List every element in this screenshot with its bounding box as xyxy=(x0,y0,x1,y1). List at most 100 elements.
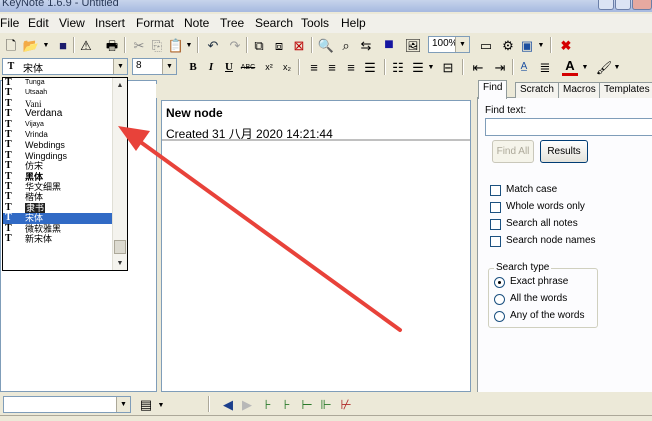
highlight-dropdown-icon[interactable]: ▼ xyxy=(614,61,621,73)
color-block-icon[interactable]: ■ xyxy=(381,37,397,53)
scroll-down-icon[interactable]: ▼ xyxy=(113,256,127,270)
font-option[interactable]: T 新宋体 xyxy=(3,233,113,244)
chevron-down-icon[interactable]: ▼ xyxy=(162,59,176,74)
font-name-select[interactable]: T 宋体 ▼ xyxy=(2,58,128,75)
indent-increase-icon[interactable]: ⇥ xyxy=(492,59,508,75)
font-option[interactable]: T Wingdings xyxy=(3,150,113,161)
align-left-icon[interactable]: ≡ xyxy=(306,59,322,75)
search-all-notes-checkbox[interactable] xyxy=(490,219,501,230)
font-option[interactable]: T Verdana xyxy=(3,108,113,119)
paste-dropdown-icon[interactable]: ▼ xyxy=(186,39,193,51)
delete-node-icon[interactable]: ⊬ xyxy=(339,396,353,412)
font-size-select[interactable]: 8 ▼ xyxy=(132,58,177,75)
insert-note-icon[interactable]: ⧉ xyxy=(251,37,267,53)
find-all-button[interactable]: Find All xyxy=(492,140,534,163)
highlight-icon[interactable]: 🖌 xyxy=(596,59,613,75)
font-option[interactable]: T 楷体 xyxy=(3,191,113,202)
indent-decrease-icon[interactable]: ⇤ xyxy=(470,59,486,75)
paragraph-icon[interactable]: ⊟ xyxy=(440,59,456,75)
menu-note[interactable]: Note xyxy=(184,16,209,30)
insert-node-icon[interactable]: ⊦ xyxy=(280,396,294,412)
resource-panel-icon[interactable]: ▭ xyxy=(478,37,494,53)
redo-icon[interactable]: ↷ xyxy=(227,37,243,53)
match-case-checkbox[interactable] xyxy=(490,185,501,196)
save-icon[interactable]: ■ xyxy=(55,37,71,53)
bullets-icon[interactable]: ☷ xyxy=(390,59,406,75)
font-option[interactable]: T Utsaah xyxy=(3,87,113,98)
all-words-radio[interactable] xyxy=(494,294,505,305)
copy-icon[interactable]: ⎘ xyxy=(150,37,164,53)
font-style-icon[interactable]: A̲ xyxy=(516,59,532,75)
font-dropdown-list[interactable]: T Tunga T Utsaah T Vani T Verdana T Vijaya TV… xyxy=(2,77,128,271)
back-arrow-icon[interactable]: ◀ xyxy=(220,396,236,412)
tab-templates[interactable]: Templates xyxy=(599,82,652,98)
chevron-down-icon[interactable]: ▼ xyxy=(455,37,469,52)
chevron-down-icon[interactable]: ▼ xyxy=(116,397,130,412)
menu-search[interactable]: Search xyxy=(255,16,293,30)
note-editor[interactable]: New node Created 31 八月 2020 14:21:44 xyxy=(161,100,471,392)
align-center-icon[interactable]: ≡ xyxy=(324,59,340,75)
forward-arrow-icon[interactable]: ▶ xyxy=(239,396,255,412)
undo-icon[interactable]: ↶ xyxy=(205,37,221,53)
paste-icon[interactable]: 📋 xyxy=(168,37,184,53)
font-option[interactable]: T 微软雅黑 xyxy=(3,223,113,234)
align-right-icon[interactable]: ≡ xyxy=(343,59,359,75)
font-color-dropdown-icon[interactable]: ▼ xyxy=(582,61,589,73)
menu-edit[interactable]: Edit xyxy=(28,16,49,30)
delete-note-icon[interactable]: ⊠ xyxy=(291,37,307,53)
font-option[interactable]: T Vrinda xyxy=(3,129,113,140)
scroll-up-icon[interactable]: ▲ xyxy=(113,78,127,92)
font-option[interactable]: T Tunga xyxy=(3,78,113,88)
font-option[interactable]: T Vijaya xyxy=(3,119,113,130)
zoom-select[interactable]: 100% ▼ xyxy=(428,36,470,53)
results-button[interactable]: Results xyxy=(540,140,588,163)
menu-file[interactable]: File xyxy=(0,16,19,30)
search-node-names-checkbox[interactable] xyxy=(490,236,501,247)
underline-icon[interactable]: U xyxy=(222,59,236,75)
numbering-dropdown-icon[interactable]: ▼ xyxy=(428,61,435,73)
tree-filter-select[interactable]: ▼ xyxy=(3,396,131,413)
close-icon[interactable] xyxy=(632,0,652,10)
replace-icon[interactable]: ⇆ xyxy=(358,37,374,53)
font-option[interactable]: T 隶书 xyxy=(3,202,113,213)
new-file-icon[interactable]: 🗋 xyxy=(4,37,18,53)
menu-insert[interactable]: Insert xyxy=(95,16,125,30)
find-text-input[interactable] xyxy=(485,118,652,136)
find-icon[interactable]: 🔍 xyxy=(317,37,335,53)
paragraph-format-icon[interactable]: ≣ xyxy=(537,59,553,75)
font-list-scrollbar[interactable]: ▲ ▼ xyxy=(112,78,127,270)
font-color-icon[interactable]: A xyxy=(562,58,578,76)
align-justify-icon[interactable]: ☰ xyxy=(362,59,378,75)
insert-picture-icon[interactable]: 🖼 xyxy=(405,37,422,53)
italic-icon[interactable]: I xyxy=(204,59,218,75)
menu-view[interactable]: View xyxy=(59,16,85,30)
open-dropdown-icon[interactable]: ▼ xyxy=(43,39,50,51)
font-option[interactable]: T 华文细黑 xyxy=(3,181,113,192)
add-node-icon[interactable]: ⊦ xyxy=(261,396,275,412)
whole-words-checkbox[interactable] xyxy=(490,202,501,213)
add-sibling-icon[interactable]: ⊩ xyxy=(319,396,333,412)
tab-macros[interactable]: Macros xyxy=(558,82,601,98)
superscript-icon[interactable]: x² xyxy=(262,59,276,75)
tree-options-dropdown-icon[interactable]: ▼ xyxy=(158,399,165,411)
style-icon[interactable]: ▣ xyxy=(519,37,535,53)
print-icon[interactable]: 🖶 xyxy=(104,37,120,53)
style-dropdown-icon[interactable]: ▼ xyxy=(538,39,545,51)
chevron-down-icon[interactable]: ▼ xyxy=(113,59,127,74)
menu-tools[interactable]: Tools xyxy=(301,16,329,30)
close-file-icon[interactable]: ✖ xyxy=(558,37,574,53)
numbering-icon[interactable]: ☰ xyxy=(410,59,426,75)
font-option[interactable]: T 仿宋 xyxy=(3,160,113,171)
options-icon[interactable]: ⚙ xyxy=(500,37,516,53)
cut-icon[interactable]: ✂ xyxy=(132,37,146,53)
maximize-icon[interactable] xyxy=(615,0,631,10)
menu-help[interactable]: Help xyxy=(341,16,366,30)
subscript-icon[interactable]: x₂ xyxy=(280,59,294,75)
find-next-icon[interactable]: ⌕ xyxy=(338,37,354,53)
scroll-thumb[interactable] xyxy=(114,240,126,254)
add-child-icon[interactable]: ⊢ xyxy=(300,396,314,412)
tab-scratch[interactable]: Scratch xyxy=(515,82,559,98)
menu-format[interactable]: Format xyxy=(136,16,174,30)
rename-note-icon[interactable]: ⧈ xyxy=(271,37,287,53)
font-option[interactable]: T 黑体 xyxy=(3,171,113,182)
